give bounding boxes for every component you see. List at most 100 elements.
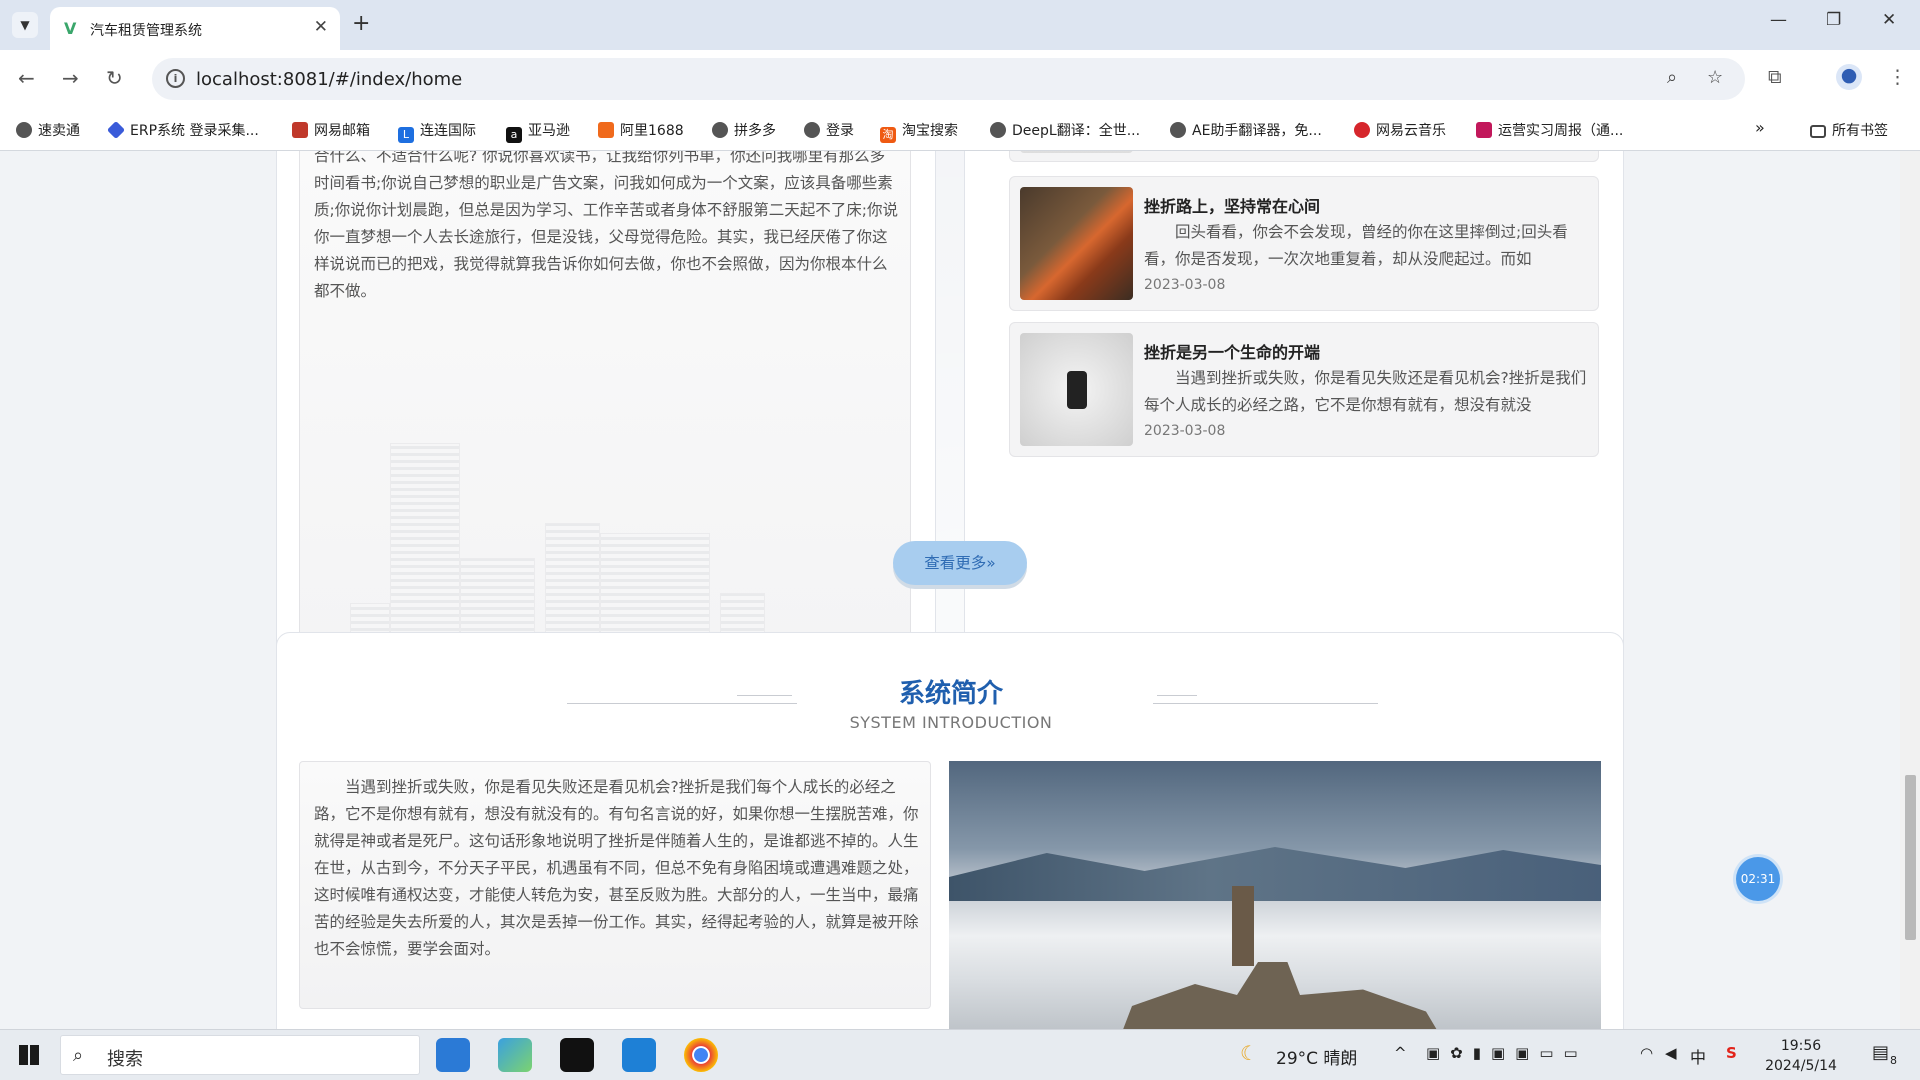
sogou-icon[interactable]: S [1726,1044,1737,1062]
news-thumbnail-orange-car [1020,187,1133,300]
timer-badge[interactable]: 02:31 [1736,857,1780,901]
gear-icon [1170,122,1186,138]
bookmark-9[interactable]: DeepL翻译：全世... [990,120,1140,140]
globe-icon [712,122,728,138]
app-chrome-icon[interactable] [684,1038,718,1072]
taskbar-clock[interactable]: 19:56 2024/5/14 [1765,1036,1837,1076]
news-thumbnail-phone [1020,333,1133,446]
article-text: 合什么、不适合什么呢? 你说你喜欢读书，让我给你列书单，你还问我哪里有那么多时间… [314,151,898,300]
ime-indicator[interactable]: 中 [1690,1044,1706,1068]
restore-icon[interactable]: ❐ [1826,10,1841,30]
news-item[interactable]: 挫折是另一个生命的开端 当遇到挫折或失败，你是看见失败还是看见机会?挫折是我们每… [1009,322,1599,457]
bookmark-label: 网易云音乐 [1376,123,1446,139]
intro-subtitle: SYSTEM INTRODUCTION [849,713,1053,732]
bookmark-0[interactable]: 速卖通 [16,120,80,140]
bookmarks-bar: 速卖通 ERP系统 登录采集... 网易邮箱 L 连连国际 a 亚马逊 阿里1688… [0,108,1920,151]
address-bar[interactable]: i localhost:8081/#/index/home ⌕ ☆ [152,58,1745,100]
app-tencent-icon[interactable] [436,1038,470,1072]
news-date: 2023-03-08 [1144,423,1226,439]
folder-icon [1810,125,1826,138]
bookmark-label: 淘宝搜索 [902,123,958,139]
ali-icon [598,122,614,138]
bookmark-label: ERP系统 登录采集... [130,123,259,139]
close-window-icon[interactable]: ✕ [1882,10,1896,30]
news-thumbnail-cars [1020,151,1133,153]
wifi-icon[interactable]: ◠ [1640,1044,1653,1062]
windows-start-icon[interactable] [19,1045,39,1065]
notification-icon[interactable]: ▤ [1872,1042,1889,1063]
bell-tower [1232,886,1254,966]
hill-town [1111,962,1456,1029]
bookmark-label: 阿里1688 [620,123,684,139]
search-icon: ⌕ [73,1045,84,1066]
article-panel[interactable]: 合什么、不适合什么呢? 你说你喜欢读书，让我给你列书单，你还问我哪里有那么多时间… [299,151,911,654]
weather-text[interactable]: 29°C 晴朗 [1276,1044,1357,1069]
globe-icon [990,122,1006,138]
bookmark-12[interactable]: 运营实习周报（通... [1476,120,1623,140]
bookmark-5[interactable]: 阿里1688 [598,120,684,140]
page-viewport: 合什么、不适合什么呢? 你说你喜欢读书，让我给你列书单，你还问我哪里有那么多时间… [0,151,1920,1029]
erp-icon [106,120,126,140]
url-text[interactable]: localhost:8081/#/index/home [196,69,462,90]
amazon-icon: a [506,127,522,143]
zoom-icon[interactable]: ⌕ [1667,67,1677,88]
bookmark-10[interactable]: AE助手翻译器，免... [1170,120,1322,140]
taskbar-search-box[interactable]: ⌕ 搜索 [60,1035,420,1075]
bookmark-6[interactable]: 拼多多 [712,120,776,140]
close-tab-icon[interactable]: ✕ [314,17,328,37]
app-intellij-icon[interactable] [560,1038,594,1072]
music-icon [1354,122,1370,138]
clock-time: 19:56 [1780,1038,1822,1054]
profile-avatar-icon[interactable]: ● [1836,64,1862,90]
mountain-range [949,847,1601,901]
extensions-puzzle-icon[interactable]: ⧉ [1768,66,1782,88]
minimize-icon[interactable]: — [1770,10,1787,30]
bookmark-star-icon[interactable]: ☆ [1707,67,1723,88]
app-edge-icon[interactable] [498,1038,532,1072]
page-scrollbar[interactable] [1900,151,1920,1029]
bookmark-label: 速卖通 [38,123,80,139]
tray-icons[interactable]: ▣✿▮▣▣▭▭ [1426,1044,1588,1062]
notification-count: 8 [1890,1054,1897,1067]
all-bookmarks[interactable]: 所有书签 [1810,120,1888,140]
bookmark-4[interactable]: a 亚马逊 [506,120,570,143]
app-vscode-icon[interactable] [622,1038,656,1072]
news-date: 2023-03-08 [1144,277,1226,293]
bookmark-2[interactable]: 网易邮箱 [292,120,370,140]
news-title: 挫折路上，坚持常在心间 [1144,197,1321,216]
windows-taskbar: ⌕ 搜索 ☾ 29°C 晴朗 ^ ▣✿▮▣▣▭▭ ◠ ◀ 中 S 19:56 2… [0,1029,1920,1080]
menu-kebab-icon[interactable]: ⋮ [1888,66,1907,88]
view-more-button[interactable]: 查看更多» [893,541,1027,585]
site-info-icon[interactable]: i [166,69,185,88]
bookmark-label: 拼多多 [734,123,776,139]
volume-icon[interactable]: ◀ [1665,1044,1677,1062]
news-card: 2023-03-08 挫折路上，坚持常在心间 回头看看，你会不会发现，曾经的你在… [964,151,1624,671]
bookmark-label: 网易邮箱 [314,123,370,139]
intro-text-panel: 当遇到挫折或失败，你是看见失败还是看见机会?挫折是我们每个人成长的必经之路，它不… [299,761,931,1009]
bookmark-label: 运营实习周报（通... [1498,123,1624,139]
intro-title: 系统简介 [898,679,1003,709]
bookmark-8[interactable]: 淘淘宝搜索 [880,120,958,143]
bookmark-3[interactable]: L 连连国际 [398,120,476,143]
reload-icon[interactable]: ↻ [106,66,123,90]
globe-icon [804,122,820,138]
new-tab-plus-icon[interactable]: + [352,11,370,36]
active-tab[interactable]: V 汽车租赁管理系统 ✕ [50,7,340,50]
tray-overflow-chevron-icon[interactable]: ^ [1394,1044,1407,1062]
bookmark-1[interactable]: ERP系统 登录采集... [106,120,259,140]
bookmark-7[interactable]: 登录 [804,120,854,140]
ll-icon: L [398,127,414,143]
mail-icon [292,122,308,138]
vue-favicon-icon: V [64,19,77,38]
intro-text: 当遇到挫折或失败，你是看见失败还是看见机会?挫折是我们每个人成长的必经之路，它不… [314,778,919,958]
news-item[interactable]: 挫折路上，坚持常在心间 回头看看，你会不会发现，曾经的你在这里摔倒过;回头看看，… [1009,176,1599,311]
more-bookmarks-chevron-icon[interactable]: » [1755,118,1765,137]
scrollbar-thumb[interactable] [1905,775,1916,940]
bookmark-11[interactable]: 网易云音乐 [1354,120,1446,140]
back-arrow-icon[interactable]: ← [18,66,35,90]
taobao-icon: 淘 [880,127,896,143]
news-item[interactable]: 2023-03-08 [1009,151,1599,162]
globe-icon [16,122,32,138]
forward-arrow-icon[interactable]: → [62,66,79,90]
tab-search-chevron-icon[interactable]: ▼ [12,12,38,38]
